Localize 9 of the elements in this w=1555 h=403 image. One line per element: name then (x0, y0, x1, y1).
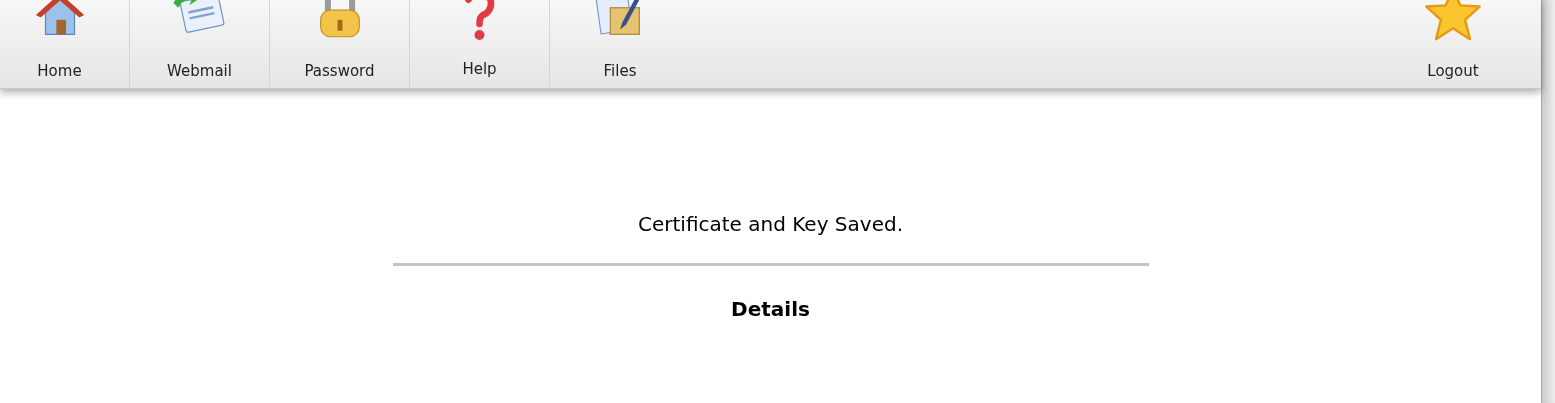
toolbar-button[interactable]: Help (410, 0, 550, 88)
toolbar-button[interactable]: Home (0, 0, 130, 88)
toolbar-button[interactable]: Files (550, 0, 690, 88)
question-mark-icon (464, 0, 495, 42)
status-message: Certificate and Key Saved. (638, 211, 903, 238)
toolbar-button[interactable]: Logout (1383, 0, 1523, 88)
toolbar-button[interactable]: Password (270, 0, 410, 88)
toolbar-button[interactable]: Webmail (130, 0, 270, 88)
details-heading: Details (731, 296, 810, 323)
